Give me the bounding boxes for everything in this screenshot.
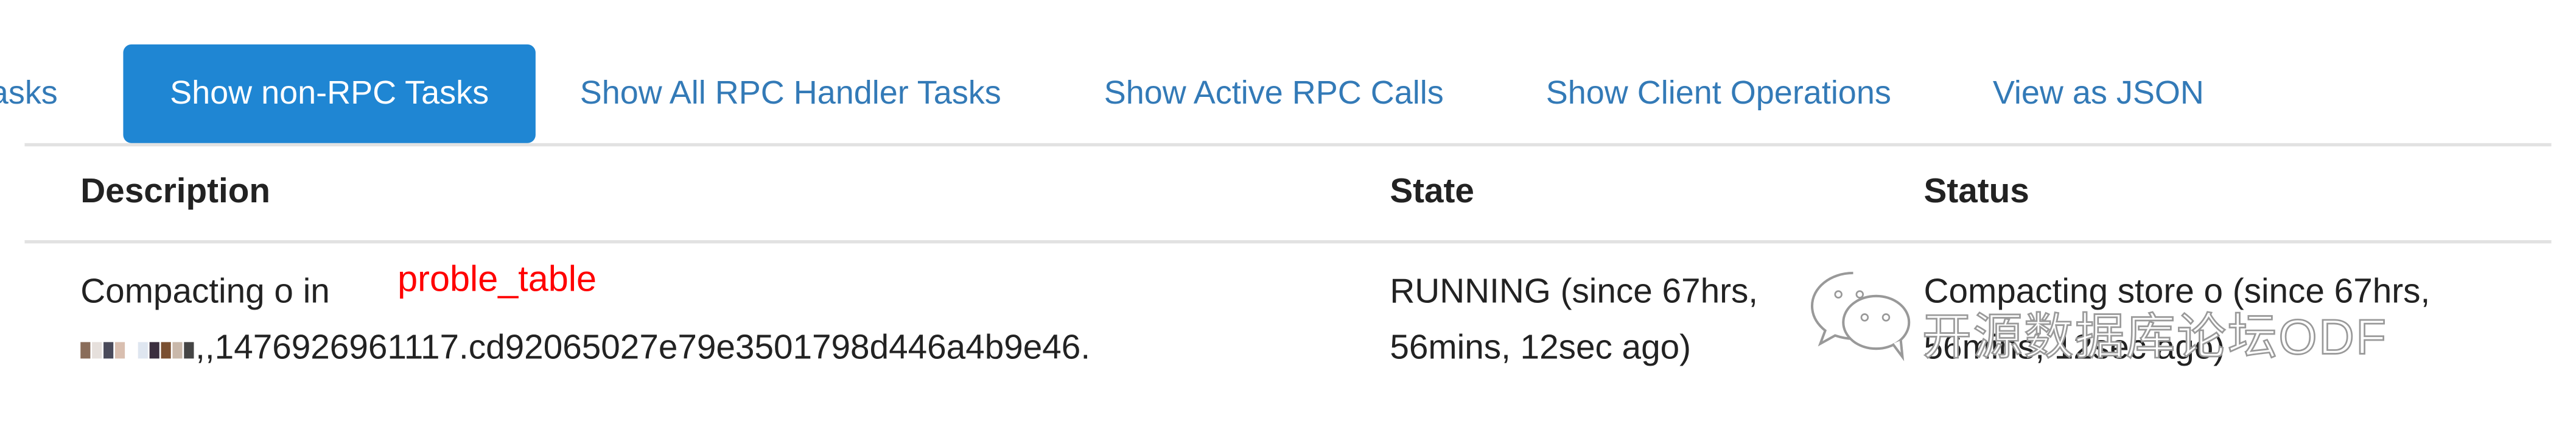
tab-show-active-rpc-calls[interactable]: Show Active RPC Calls — [1104, 74, 1444, 113]
tabs-divider — [24, 143, 2552, 147]
tab-show-all-tasks[interactable]: asks — [0, 74, 58, 113]
header-description: Description — [80, 172, 271, 211]
header-divider — [24, 240, 2552, 244]
watermark-text: 开源数据库论坛ODF — [1921, 310, 2388, 366]
redacted-table-name — [80, 329, 195, 367]
state-line1: RUNNING (since 67hrs, — [1390, 273, 1759, 311]
tab-show-non-rpc-tasks[interactable]: Show non-RPC Tasks — [123, 44, 536, 143]
tab-show-rpc-handler-tasks[interactable]: Show All RPC Handler Tasks — [580, 74, 1001, 113]
annotation-label: proble_table — [397, 258, 597, 300]
description-line1: Compacting o in — [80, 273, 330, 311]
header-state: State — [1390, 172, 1474, 211]
tasks-page: asks Show non-RPC Tasks Show All RPC Han… — [0, 0, 2576, 429]
state-line2: 56mins, 12sec ago) — [1390, 328, 1692, 367]
description-line2: ,,1476926961117.cd92065027e79e3501798d44… — [80, 321, 1090, 377]
wechat-icon — [1810, 272, 1911, 361]
tab-show-client-operations[interactable]: Show Client Operations — [1546, 74, 1891, 113]
region-id: ,,1476926961117.cd92065027e79e3501798d44… — [195, 328, 1091, 367]
header-status: Status — [1923, 172, 2029, 211]
tab-label: Show non-RPC Tasks — [170, 74, 489, 112]
tab-view-as-json[interactable]: View as JSON — [1993, 74, 2204, 113]
